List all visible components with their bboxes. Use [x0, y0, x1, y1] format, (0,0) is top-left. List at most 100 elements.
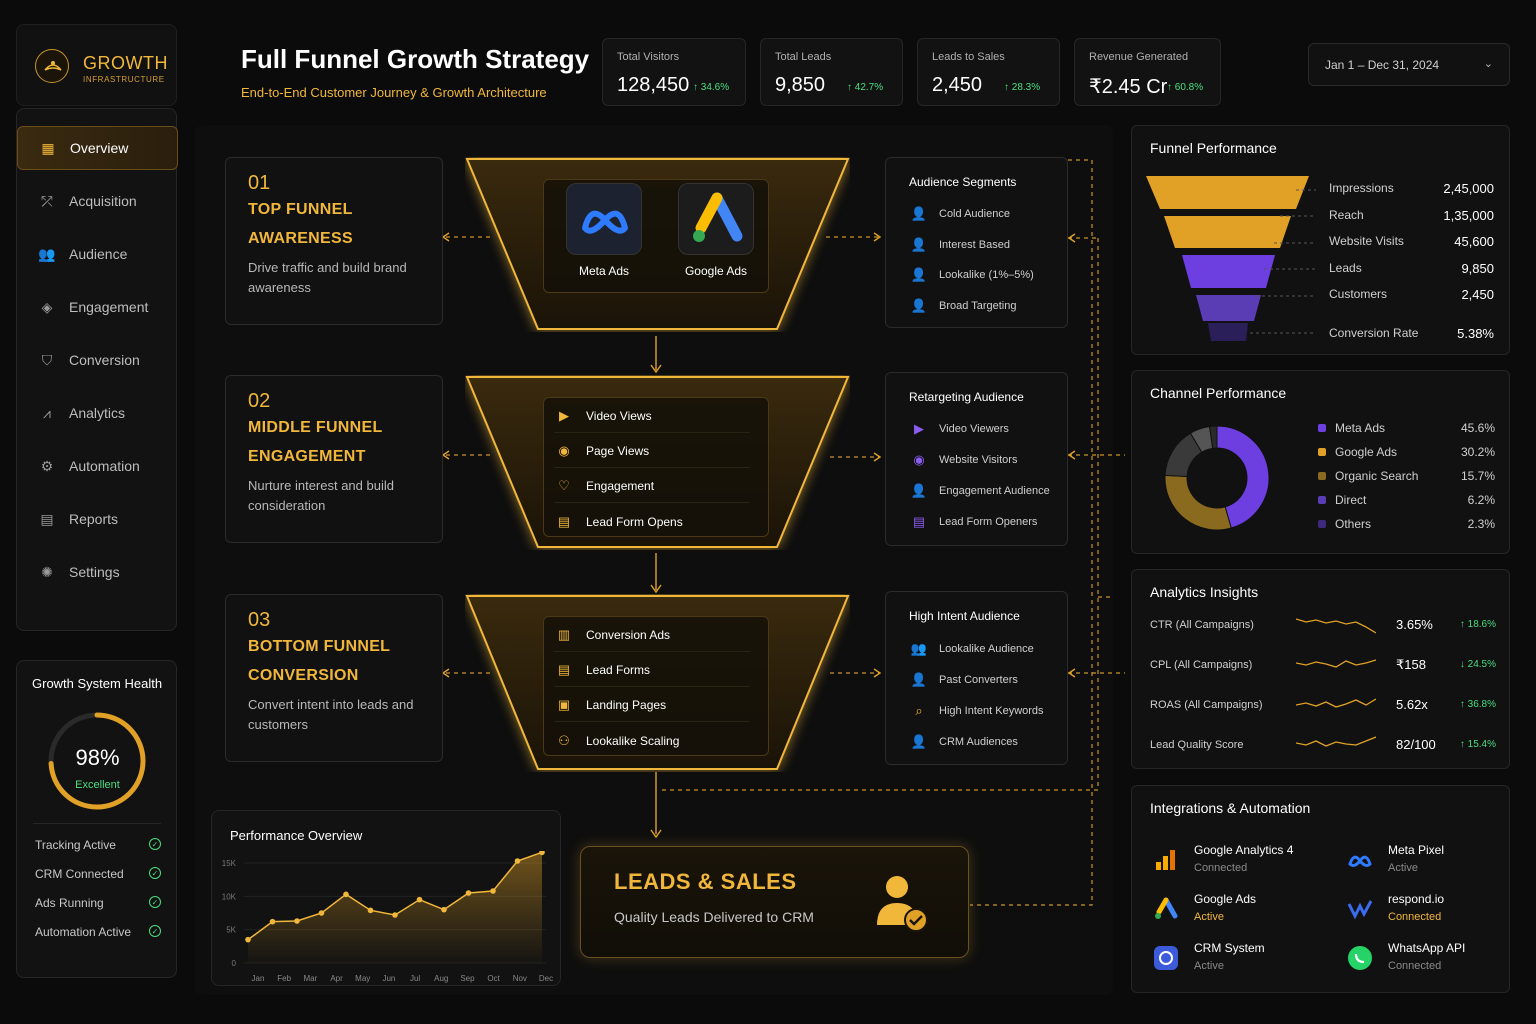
- legend-swatch: [1318, 520, 1326, 528]
- stage-top-funnel: 01 TOP FUNNEL AWARENESS Drive traffic an…: [225, 157, 443, 325]
- metric-change: ↓ 24.5%: [1459, 659, 1496, 670]
- health-item: Tracking Active ✓: [35, 838, 161, 852]
- pie-slice: [1164, 474, 1232, 531]
- user-icon: 👤: [910, 483, 928, 498]
- data-point: [514, 858, 521, 864]
- health-status: Excellent: [75, 779, 120, 791]
- integration-google-analytics[interactable]: Google Analytics 4 Connected: [1152, 840, 1312, 880]
- metric-value: 5.62x: [1396, 697, 1428, 712]
- kpi-revenue: Revenue Generated ₹2.45 Cr ↑ 60.8%: [1074, 38, 1221, 106]
- sidebar-item-automation[interactable]: ⚙ Automation: [17, 444, 178, 488]
- legend-label: Google Ads: [1335, 445, 1398, 459]
- area-fill: [248, 852, 542, 963]
- whatsapp-icon: [1346, 944, 1374, 972]
- x-tick-label: Apr: [330, 974, 343, 983]
- sidebar-item-engagement[interactable]: ◈ Engagement: [17, 285, 178, 329]
- eye-icon: ◉: [558, 443, 570, 458]
- y-tick-label: 0: [232, 959, 237, 968]
- metric-change: ↑ 18.6%: [1459, 619, 1496, 630]
- data-point: [465, 890, 472, 896]
- legend-item: Meta Ads 45.6%: [1318, 421, 1495, 435]
- acquisition-icon: ⤱: [41, 192, 53, 209]
- legend-swatch: [1318, 424, 1326, 432]
- sidebar-item-settings[interactable]: ✺ Settings: [17, 550, 178, 594]
- data-point: [367, 907, 374, 914]
- x-tick-label: May: [355, 974, 370, 983]
- form-icon: ▤: [557, 662, 571, 677]
- form-icon: ▤: [912, 514, 926, 529]
- analytics-row: Lead Quality Score 82/100 ↑ 15.4%: [1150, 731, 1496, 761]
- legend-value: 2.3%: [1467, 517, 1495, 531]
- funnel-row: Impressions 2,45,000: [1329, 181, 1494, 196]
- users-icon: 👥: [910, 641, 928, 656]
- engagement-icon: ◈: [41, 298, 53, 315]
- metric-label: Lead Quality Score: [1150, 739, 1244, 751]
- legend-item: Organic Search 15.7%: [1318, 469, 1495, 483]
- funnel-top-content: Meta Ads Google Ads: [543, 179, 769, 293]
- funnel-row: Customers 2,450: [1329, 287, 1494, 302]
- funnel-item: ▤ Lead Form Opens: [554, 505, 750, 538]
- funnel-top: Meta Ads Google Ads: [465, 157, 850, 332]
- sidebar-item-acquisition[interactable]: ⤱ Acquisition: [17, 179, 178, 223]
- chevron-down-icon: ⌄: [1483, 58, 1493, 70]
- data-point: [392, 912, 398, 918]
- sparkline: [1296, 698, 1376, 708]
- sidebar-item-audience[interactable]: 👥 Audience: [17, 232, 178, 276]
- analytics-row: CTR (All Campaigns) 3.65% ↑ 18.6%: [1150, 611, 1496, 641]
- video-icon: ▶: [914, 421, 924, 436]
- sidebar-item-analytics[interactable]: ⩘ Analytics: [17, 391, 178, 435]
- metric-value: 3.65%: [1396, 617, 1433, 632]
- crm-icon: [1152, 944, 1180, 972]
- video-icon: ▶: [559, 408, 569, 423]
- y-tick-label: 15K: [222, 859, 237, 868]
- kpi-leads-to-sales: Leads to Sales 2,450 ↑ 28.3%: [917, 38, 1060, 106]
- integration-respondio[interactable]: respond.io Connected: [1346, 889, 1506, 929]
- funnel-middle: ▶ Video Views ◉ Page Views ♡ Engagement ▤ Le…: [465, 375, 850, 550]
- legend-item: Google Ads 30.2%: [1318, 445, 1495, 459]
- sidebar-item-overview[interactable]: ▦ Overview: [17, 126, 178, 170]
- legend-value: 30.2%: [1460, 445, 1495, 459]
- y-tick-label: 10K: [222, 892, 237, 901]
- check-icon: ✓: [149, 838, 161, 850]
- google-ads-label: Google Ads: [684, 264, 748, 278]
- heart-icon: ♡: [558, 478, 570, 493]
- legend-swatch: [1318, 448, 1326, 456]
- integration-meta-pixel[interactable]: Meta Pixel Active: [1346, 840, 1506, 880]
- audience-item: ⌕ High Intent Keywords: [909, 703, 1043, 719]
- integration-whatsapp[interactable]: WhatsApp API Connected: [1346, 938, 1506, 978]
- audience-item: ◉ Website Visitors: [909, 452, 1017, 468]
- integrations-panel: Integrations & Automation Google Analyti…: [1131, 785, 1510, 993]
- audience-item: ▶ Video Viewers: [909, 421, 1009, 437]
- user-icon: 👤: [910, 206, 928, 221]
- x-tick-label: Mar: [303, 974, 317, 983]
- growth-health-panel: Growth System Health 98% Excellent Track…: [16, 660, 177, 978]
- health-score: 98%: [75, 745, 120, 770]
- sparkline: [1296, 618, 1376, 634]
- check-icon: ✓: [149, 896, 161, 908]
- health-item: Ads Running ✓: [35, 896, 161, 910]
- legend-swatch: [1318, 472, 1326, 480]
- sidebar-item-conversion[interactable]: ⛉ Conversion: [17, 338, 178, 382]
- audience-segments-card: Audience Segments 👤 Cold Audience 👤 Intere…: [885, 157, 1068, 328]
- funnel-performance-panel: Funnel Performance Impressions 2,45,000 R…: [1131, 125, 1510, 355]
- users-icon: ⚇: [558, 732, 570, 748]
- integration-google-ads[interactable]: Google Ads Active: [1152, 889, 1312, 929]
- integration-crm[interactable]: CRM System Active: [1152, 938, 1312, 978]
- user-icon: 👤: [910, 672, 928, 687]
- audience-item: 👤 Interest Based: [910, 237, 1010, 252]
- analytics-insights-panel: Analytics Insights CTR (All Campaigns) 3.…: [1131, 569, 1510, 769]
- data-point: [245, 936, 251, 943]
- retargeting-audience-card: Retargeting Audience ▶ Video Viewers ◉ Web…: [885, 372, 1068, 546]
- metric-value: 82/100: [1396, 737, 1436, 752]
- date-range-select[interactable]: Jan 1 – Dec 31, 2024 ⌄: [1308, 43, 1510, 86]
- audience-item: 👤 Past Converters: [910, 672, 1018, 687]
- sidebar-item-reports[interactable]: ▤ Reports: [17, 497, 178, 541]
- reports-icon: ▤: [40, 510, 54, 527]
- high-intent-audience-card: High Intent Audience 👥 Lookalike Audience…: [885, 591, 1068, 765]
- home-icon: ▦: [41, 139, 55, 156]
- audience-item: 👤 Cold Audience: [910, 206, 1010, 221]
- funnel-item: ▣ Landing Pages: [554, 689, 750, 722]
- audience-icon: 👥: [38, 245, 56, 262]
- funnel-bottom: ▥ Conversion Ads ▤ Lead Forms ▣ Landing Pag…: [465, 594, 850, 770]
- legend-value: 45.6%: [1460, 421, 1495, 435]
